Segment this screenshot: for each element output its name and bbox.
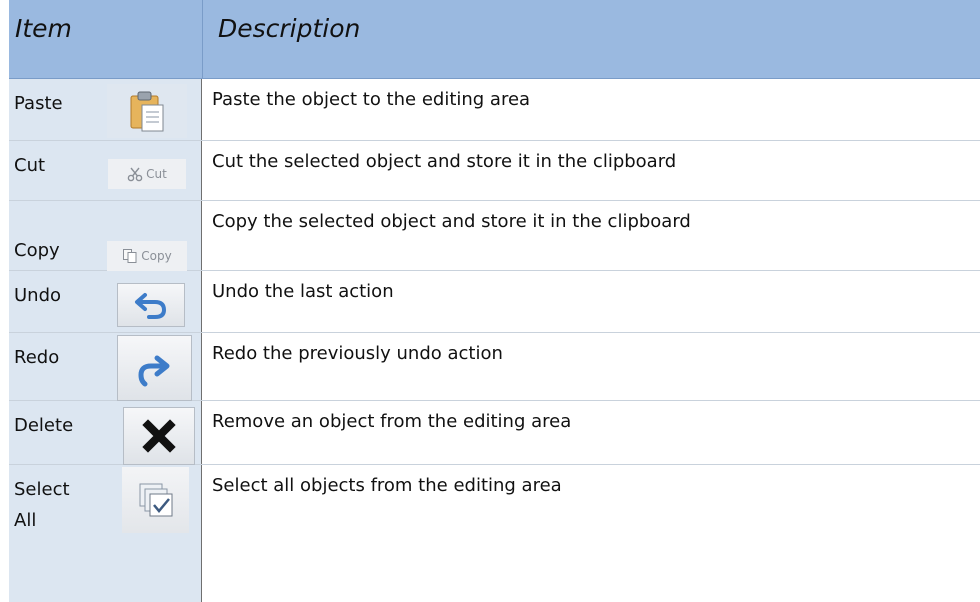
table-row: Select All Select all objects from the e… (9, 465, 980, 602)
item-label: Select All (14, 479, 70, 531)
copy-icon: Copy (107, 241, 187, 271)
item-label: Redo (14, 347, 60, 368)
table-row: Delete Remove an object from the editing… (9, 401, 980, 465)
item-label: Undo (14, 285, 62, 306)
table-row: Redo Redo the previously undo action (9, 333, 980, 401)
paste-icon (107, 84, 187, 138)
redo-icon (117, 335, 192, 401)
scissors-icon: Cut (108, 159, 186, 189)
select-all-icon (122, 467, 189, 533)
description-text: Copy the selected object and store it in… (212, 211, 691, 232)
table-row: Undo Undo the last action (9, 271, 980, 333)
command-table: Item Description Paste Paste the object … (9, 0, 980, 602)
header-description: Description (218, 14, 361, 43)
table-row: Cut Cut Cut the selected object and stor… (9, 141, 980, 201)
table-row: Paste Paste the object to the editing ar… (9, 79, 980, 141)
item-label: Copy (14, 240, 60, 261)
table-header: Item Description (9, 0, 980, 79)
item-label: Paste (14, 93, 63, 114)
item-label: Cut (14, 155, 46, 176)
description-text: Cut the selected object and store it in … (212, 151, 677, 172)
undo-icon (117, 283, 185, 327)
item-label: Delete (14, 415, 74, 436)
description-text: Undo the last action (212, 281, 394, 302)
description-text: Remove an object from the editing area (212, 411, 572, 432)
description-text: Select all objects from the editing area (212, 475, 562, 496)
description-text: Redo the previously undo action (212, 343, 503, 364)
delete-x-icon (123, 407, 195, 465)
description-text: Paste the object to the editing area (212, 89, 531, 110)
table-row: Copy Copy Copy the selected object and s… (9, 201, 980, 271)
header-item: Item (15, 14, 72, 43)
